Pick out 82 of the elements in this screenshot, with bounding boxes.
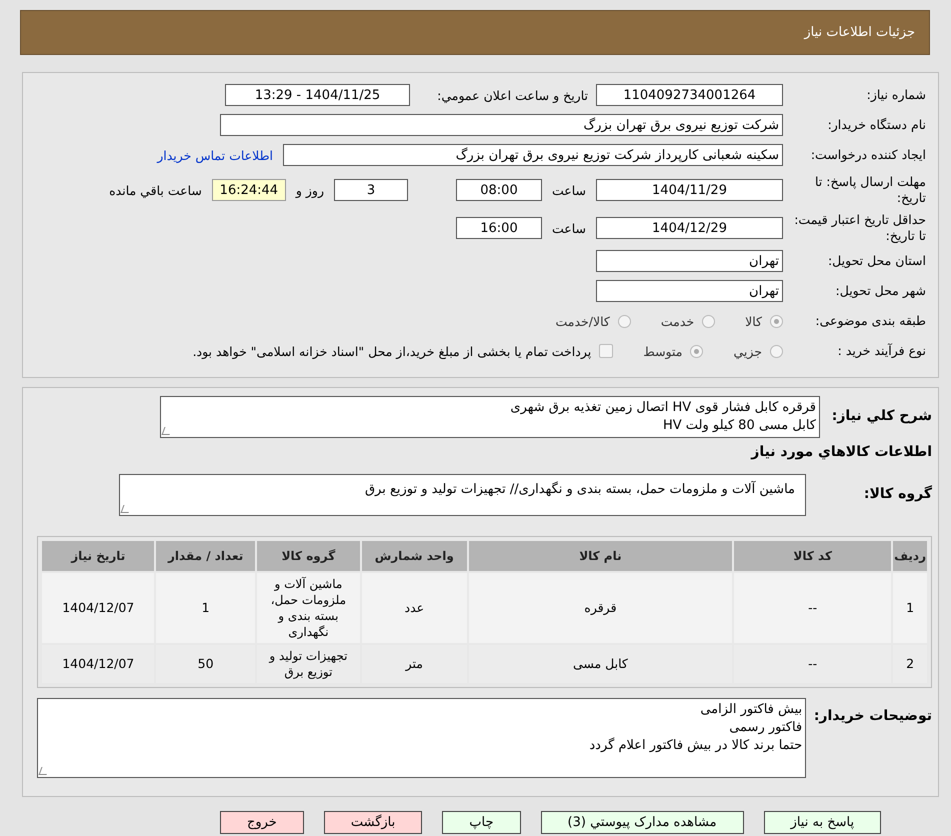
field-label: تاريخ و ساعت اعلان عمومي: (436, 88, 588, 102)
table-cell: تجهیزات تولید و توزیع برق (256, 645, 360, 683)
table-cell: متر (362, 645, 467, 683)
table-cell: عدد (362, 573, 467, 643)
checkbox-label: پرداخت تمام یا بخشی از مبلغ خرید،از محل "اسناد خزانه اسلامی" خواهد بود. (192, 344, 592, 358)
column-header: نام کالا (468, 541, 732, 571)
category-radio[interactable]: کالا (745, 314, 783, 328)
description-textarea[interactable]: قرقره کابل فشار قوی HV اتصال زمین تغذیه برق شهری کابل مسی 80 کیلو ولت HV (160, 396, 820, 438)
table-cell: -- (734, 645, 892, 683)
field-label: نام دستگاه خریدار: (826, 117, 926, 133)
radio-label: متوسط (643, 344, 682, 358)
radio-label: جزیي (733, 344, 762, 358)
table-cell: ماشین آلات و ملزومات حمل، بسته بندی و نگهداری (256, 573, 360, 643)
buyer-notes-textarea[interactable]: بیش فاکتور الزامی فاکتور رسمی حتما برند کالا در بیش فاکتور اعلام گردد (37, 698, 806, 778)
requester-field: سکینه شعبانی کارپرداز شرکت توزیع نیروی برق تهران بزرگ (283, 144, 783, 166)
table-cell: 50 (156, 645, 255, 683)
table-cell: -- (734, 573, 892, 643)
field-label: طبقه بندی موضوعی: (814, 313, 926, 329)
validity-date-field: 1404/12/29 (596, 217, 783, 239)
description-line: کابل مسی 80 کیلو ولت HV (662, 417, 816, 435)
announce-date-field: 1404/11/25 - 13:29 (225, 84, 410, 106)
resize-grip-icon (38, 767, 50, 775)
column-header: واحد شمارش (362, 541, 467, 571)
resize-grip-icon (120, 505, 132, 513)
remaining-time-field: 16:24:44 (212, 179, 286, 201)
radio-label: کالا (745, 314, 762, 328)
field-label: حداقل تاریخ اعتبار قیمت: تا تاریخ: (793, 212, 926, 244)
category-radio[interactable]: کالا/خدمت (555, 314, 631, 328)
column-header: تاریخ نیاز (42, 541, 154, 571)
category-radio[interactable]: خدمت (660, 314, 716, 328)
city-field: تهران (596, 280, 783, 302)
field-label: ساعت (552, 182, 586, 198)
action-button[interactable]: مشاهده مدارک پیوستي (3) (540, 811, 744, 834)
field-label: ساعت (552, 220, 586, 236)
notes-line: حتما برند کالا در بیش فاکتور اعلام گردد (588, 737, 802, 755)
radio-label: خدمت (660, 314, 694, 328)
payment-checkbox[interactable] (599, 344, 614, 358)
resize-grip-icon (162, 427, 172, 435)
table-cell: 2 (893, 645, 927, 683)
page-title: جزئیات اطلاعات نیاز (804, 25, 915, 40)
deadline-time-field: 08:00 (456, 179, 542, 201)
validity-time-field: 16:00 (456, 217, 542, 239)
field-label: توضیحات خریدار: (812, 707, 932, 724)
field-label: روز و (296, 182, 324, 198)
action-button[interactable]: پاسخ به نیاز (764, 811, 882, 834)
action-button[interactable]: بازگشت (324, 811, 422, 834)
table-cell: کابل مسی (468, 645, 732, 683)
action-button[interactable]: خروج (220, 811, 304, 834)
days-field: 3 (334, 179, 408, 201)
process-radio[interactable]: متوسط (643, 344, 704, 358)
field-label: استان محل تحویل: (826, 253, 926, 269)
notes-line: فاکتور رسمی (728, 719, 802, 737)
field-label: ساعت باقي مانده (109, 182, 202, 198)
column-header: ردیف (893, 541, 927, 571)
field-label: مهلت ارسال پاسخ: تا تاریخ: (814, 174, 926, 206)
deadline-date-field: 1404/11/29 (596, 179, 783, 201)
table-cell: قرقره (468, 573, 732, 643)
table-cell: 1 (893, 573, 927, 643)
section-heading: اطلاعات کالاهاي مورد نیاز (750, 444, 932, 460)
buyer-contact-link[interactable]: اطلاعات تماس خریدار (157, 148, 273, 162)
process-radio[interactable]: جزیي (733, 344, 783, 358)
radio-label: کالا/خدمت (555, 314, 610, 328)
column-header: گروه کالا (256, 541, 360, 571)
table-cell: 1404/12/07 (42, 645, 154, 683)
field-label: شرح کلي نیاز: (830, 407, 932, 424)
field-label: شماره نیاز: (866, 87, 926, 103)
field-label: گروه کالا: (862, 484, 932, 502)
goods-group-text: ماشین آلات و ملزومات حمل، بسته بندی و نگهداری// تجهیزات تولید و توزیع برق (364, 481, 795, 499)
field-label: نوع فرآیند خرید : (836, 343, 926, 359)
notes-line: بیش فاکتور الزامی (699, 701, 802, 719)
field-label: ایجاد کننده درخواست: (810, 147, 926, 163)
province-field: تهران (596, 250, 783, 272)
table-cell: 1404/12/07 (42, 573, 154, 643)
buyer-org-field: شرکت توزیع نیروی برق تهران بزرگ (220, 114, 783, 136)
column-header: تعداد / مقدار (156, 541, 255, 571)
goods-group-textarea[interactable]: ماشین آلات و ملزومات حمل، بسته بندی و نگهداری// تجهیزات تولید و توزیع برق (119, 474, 806, 516)
action-button[interactable]: چاپ (442, 811, 520, 834)
column-header: کد کالا (734, 541, 892, 571)
need-number-field: 1104092734001264 (596, 84, 783, 106)
description-line: قرقره کابل فشار قوی HV اتصال زمین تغذیه برق شهری (509, 399, 816, 417)
table-cell: 1 (156, 573, 255, 643)
field-label: شهر محل تحویل: (834, 283, 926, 299)
